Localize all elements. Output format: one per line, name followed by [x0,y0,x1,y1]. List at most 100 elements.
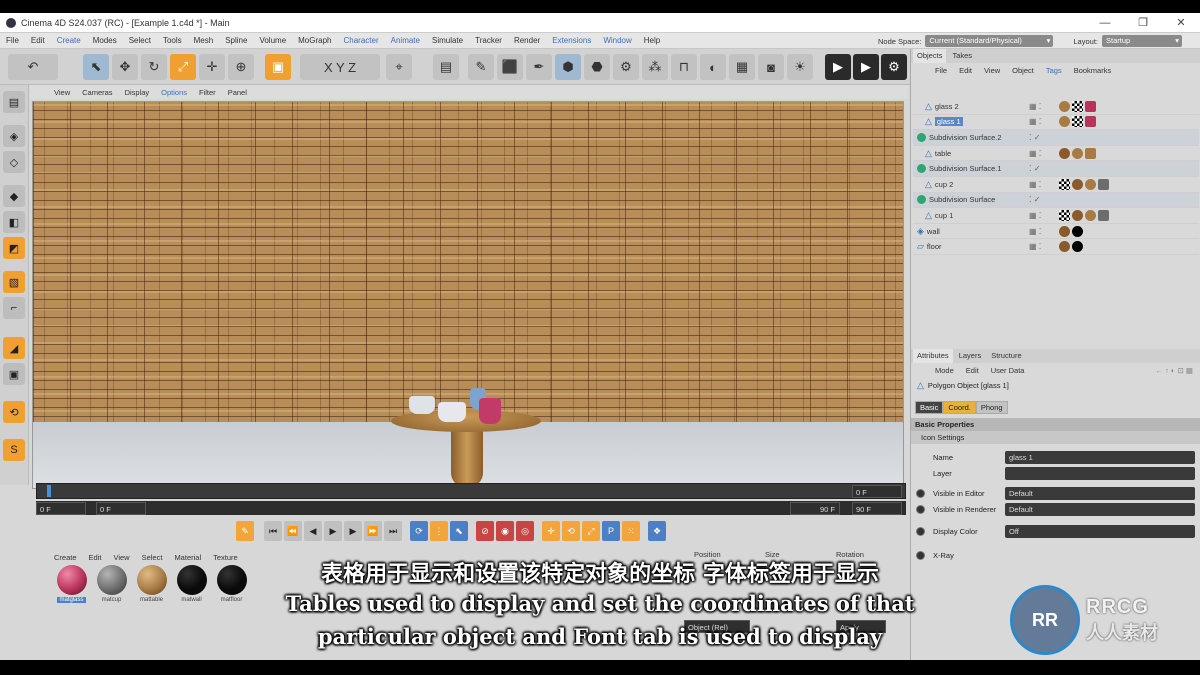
animate-radio-icon[interactable] [916,505,925,514]
frame-range-bar[interactable] [36,501,906,515]
obj-menu-tags[interactable]: Tags [1046,66,1062,75]
viewport-menu-options[interactable]: Options [161,88,187,97]
menu-extensions[interactable]: Extensions [546,36,597,45]
cloner-icon[interactable]: ⁂ [642,54,668,80]
autokey-icon[interactable]: ⬉ [450,521,468,541]
snap-icon[interactable]: ◢ [3,337,25,359]
go-to-end-icon[interactable]: ⏭ [384,521,402,541]
menu-volume[interactable]: Volume [253,36,292,45]
obj-menu-view[interactable]: View [984,66,1000,75]
next-key-icon[interactable]: ⏩ [364,521,382,541]
key-param-icon[interactable]: P [602,521,620,541]
object-mode-icon[interactable]: ◩ [3,237,25,259]
obj-menu-bookmarks[interactable]: Bookmarks [1074,66,1112,75]
move-tool-icon[interactable]: ✥ [112,54,138,80]
world-coord-icon[interactable]: ⌖ [386,54,412,80]
menu-animate[interactable]: Animate [385,36,426,45]
tweak-icon[interactable]: ⟲ [3,401,25,423]
close-button[interactable]: ✕ [1162,13,1200,33]
keyframe-selection-icon[interactable]: ◎ [516,521,534,541]
viewport-menu-cameras[interactable]: Cameras [82,88,112,97]
rotate-tool-icon[interactable]: ↻ [141,54,167,80]
menu-tools[interactable]: Tools [157,36,188,45]
polygons-mode-icon[interactable]: ◆ [3,185,25,207]
key-position-icon[interactable]: ✛ [542,521,560,541]
undo-icon[interactable]: ↶ [8,54,58,80]
axis-mode-icon[interactable]: ▣ [3,363,25,385]
uvw-tag-icon[interactable] [1059,178,1070,190]
start-frame-field[interactable]: 0 F [36,502,86,515]
visibility-dots-icon[interactable]: ▦ ⁚ [1029,211,1041,220]
solo-icon[interactable]: S [3,439,25,461]
object-row[interactable]: ◈ wall ▦ ⁚ [913,224,1199,240]
uvw-tag-icon[interactable] [1059,209,1070,221]
minimize-button[interactable]: — [1086,13,1124,33]
preview-start-field[interactable]: 0 F [96,502,146,515]
autokeying-icon[interactable]: ◉ [496,521,514,541]
obj-menu-object[interactable]: Object [1012,66,1034,75]
material-tag-icon[interactable] [1098,178,1109,190]
play-icon[interactable]: ▶ [324,521,342,541]
prev-frame-icon[interactable]: ◀ [304,521,322,541]
menu-modes[interactable]: Modes [87,36,123,45]
menu-create[interactable]: Create [51,36,87,45]
animate-radio-icon[interactable] [916,527,925,536]
attr-menu-user-data[interactable]: User Data [991,366,1025,375]
timeline-slider[interactable] [36,483,906,499]
uvw-tag-icon[interactable] [1072,116,1083,128]
object-row[interactable]: ▱ floor ▦ ⁚ [913,239,1199,255]
texture-mode-icon[interactable]: ▧ [3,271,25,293]
menu-tracker[interactable]: Tracker [469,36,508,45]
viewport-menu-panel[interactable]: Panel [228,88,247,97]
spline-pen-icon[interactable]: ✎ [468,54,494,80]
subtab-phong[interactable]: Phong [975,401,1008,414]
object-row[interactable]: △ glass 1 ▦ ⁚ [913,115,1199,131]
gear-icon[interactable]: ⚙ [613,54,639,80]
phong-tag-icon[interactable] [1059,147,1070,159]
attr-menu-mode[interactable]: Mode [935,366,954,375]
node-space-dropdown[interactable]: Current (Standard/Physical) [925,35,1054,47]
phong-tag-icon[interactable] [1059,225,1070,237]
end-frame-field[interactable]: 90 F [852,502,902,515]
phong-tag-icon[interactable] [1072,178,1083,190]
phong-tag-icon[interactable] [1072,209,1083,221]
axis-lock-icon[interactable]: X Y Z [300,54,380,80]
tab-structure[interactable]: Structure [987,349,1025,363]
coord-system-icon[interactable]: ⊕ [228,54,254,80]
object-row[interactable]: △ cup 2 ▦ ⁚ [913,177,1199,193]
axis-tool-icon[interactable]: ✛ [199,54,225,80]
uvw-tag-icon[interactable] [1072,100,1083,112]
menu-mesh[interactable]: Mesh [188,36,220,45]
visible-in-renderer-dropdown[interactable]: Default [1005,503,1195,516]
uv-mode-icon[interactable]: ◧ [3,211,25,233]
icon-settings-header[interactable]: Icon Settings [911,431,1200,444]
menu-file[interactable]: File [0,36,25,45]
go-to-start-icon[interactable]: ⏮ [264,521,282,541]
obj-menu-file[interactable]: File [935,66,947,75]
3d-viewport[interactable] [32,101,904,489]
light-icon[interactable]: ☀ [787,54,813,80]
workplane-icon[interactable]: ⌐ [3,297,25,319]
tab-attributes[interactable]: Attributes [913,349,953,363]
texture-tag-icon[interactable] [1085,209,1096,221]
make-editable-icon[interactable]: ▤ [3,91,25,113]
object-row[interactable]: Subdivision Surface.1 ⁚ ✓ [913,161,1199,177]
menu-spline[interactable]: Spline [219,36,253,45]
material-tag-icon[interactable] [1098,209,1109,221]
visibility-dots-icon[interactable]: ▦ ⁚ [1029,180,1041,189]
object-row[interactable]: △ glass 2 ▦ ⁚ [913,99,1199,115]
menu-select[interactable]: Select [123,36,157,45]
tab-objects[interactable]: Objects [913,49,947,63]
scale-tool-icon[interactable]: ⤢ [170,54,196,80]
subdivision-icon[interactable]: ⬢ [555,54,581,80]
next-frame-icon[interactable]: ▶ [344,521,362,541]
material-tag-icon[interactable] [1085,100,1096,112]
timeline-window-icon[interactable]: ❖ [648,521,666,541]
pen-icon[interactable]: ✒ [526,54,552,80]
cube-icon[interactable]: ⬛ [497,54,523,80]
prev-key-icon[interactable]: ⏪ [284,521,302,541]
visibility-dots-icon[interactable]: ▦ ⁚ [1029,149,1041,158]
object-row[interactable]: Subdivision Surface.2 ⁚ ✓ [913,130,1199,146]
model-mode-icon[interactable]: ▣ [265,54,291,80]
menu-help[interactable]: Help [638,36,666,45]
